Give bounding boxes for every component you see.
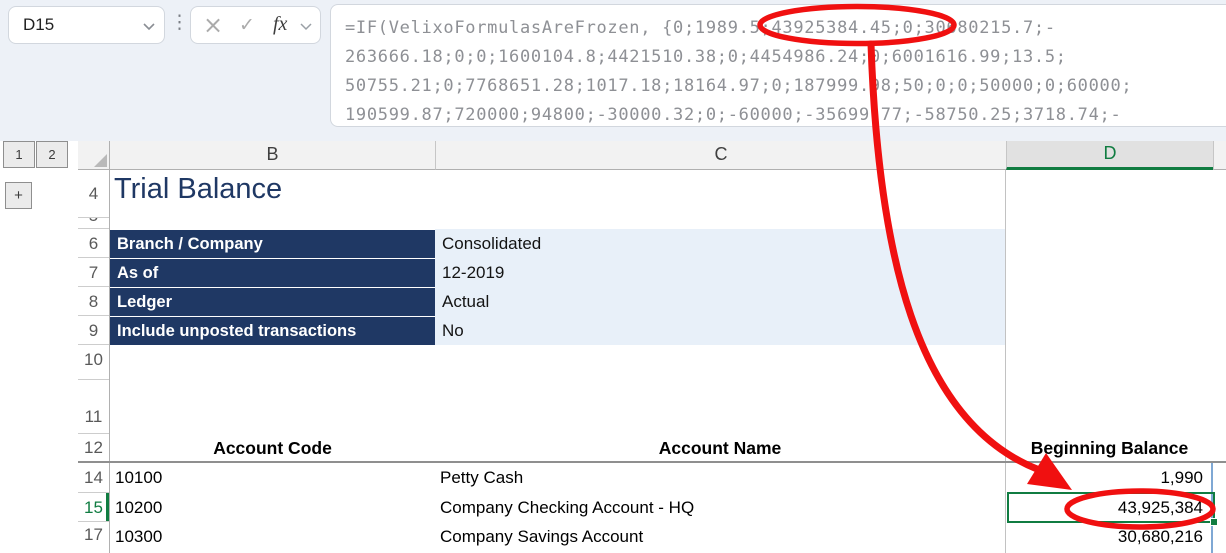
gridline	[78, 315, 109, 316]
gridline	[109, 141, 110, 553]
row-header-12[interactable]: 12	[78, 434, 109, 462]
gridline	[78, 228, 109, 229]
select-all-triangle-icon	[94, 154, 107, 167]
name-box-value: D15	[23, 7, 54, 43]
row-header-5[interactable]: 5	[78, 217, 109, 228]
enter-icon[interactable]: ✓	[239, 7, 255, 43]
formula-input[interactable]: =IF(VelixoFormulasAreFrozen, {0;1989.5;4…	[330, 4, 1226, 127]
row-header-11[interactable]: 11	[78, 403, 109, 431]
gridline	[78, 257, 109, 258]
row-header-6[interactable]: 6	[78, 229, 109, 258]
info-label-as-of[interactable]: As of	[110, 259, 435, 287]
row-header-14[interactable]: 14	[78, 464, 109, 492]
cell-c14-account-name[interactable]: Petty Cash	[440, 463, 523, 493]
formula-line: =IF(VelixoFormulasAreFrozen, {0;1989.5;4…	[345, 14, 1226, 43]
info-label-include-unposted[interactable]: Include unposted transactions	[110, 317, 435, 345]
formula-line: 50755.21;0;7768651.28;1017.18;18164.97;0…	[345, 72, 1226, 101]
column-header-b[interactable]: B	[110, 141, 435, 170]
excel-window: D15 ⋮ × ✓ fx =IF(VelixoFormulasAreFrozen…	[0, 0, 1226, 553]
cell-d14-balance[interactable]: 1,990	[1006, 463, 1203, 493]
chevron-down-icon[interactable]	[299, 22, 313, 31]
gridline	[78, 217, 109, 218]
row-header-10[interactable]: 10	[78, 346, 109, 374]
row-header-9[interactable]: 9	[78, 316, 109, 345]
cell-d17-balance[interactable]: 30,680,216	[1006, 522, 1203, 552]
select-all-corner[interactable]	[78, 141, 110, 170]
info-label-branch-company[interactable]: Branch / Company	[110, 230, 435, 258]
info-value-include-unposted[interactable]: No	[435, 316, 1005, 345]
gridline	[78, 521, 109, 522]
outline-expand-button[interactable]: +	[5, 182, 32, 209]
cell-b17-account-code[interactable]: 10300	[115, 522, 162, 552]
table-header-account-code[interactable]: Account Code	[110, 433, 435, 463]
gridline	[78, 344, 109, 345]
info-value-as-of[interactable]: 12-2019	[435, 258, 1005, 287]
column-header-sliver[interactable]	[1213, 141, 1226, 170]
fill-handle[interactable]	[1210, 518, 1218, 526]
formula-bar-menu-dots-icon[interactable]: ⋮	[170, 7, 189, 37]
cell-b14-account-code[interactable]: 10100	[115, 463, 162, 493]
cell-c17-account-name[interactable]: Company Savings Account	[440, 522, 643, 552]
info-value-branch-company[interactable]: Consolidated	[435, 229, 1005, 258]
sheet-title[interactable]: Trial Balance	[114, 173, 282, 206]
gridline	[78, 492, 109, 493]
selection-border-d15	[1007, 492, 1215, 523]
info-value-ledger[interactable]: Actual	[435, 287, 1005, 316]
formula-line: 263666.18;0;0;1600104.8;4421510.38;0;445…	[345, 43, 1226, 72]
gridline	[78, 379, 109, 380]
insert-function-icon[interactable]: fx	[273, 7, 287, 41]
row-header-15[interactable]: 15	[78, 493, 109, 522]
row-header-8[interactable]: 8	[78, 287, 109, 316]
cancel-icon[interactable]: ×	[203, 7, 223, 43]
formula-line: 190599.87;720000;94800;-30000.32;0;-6000…	[345, 101, 1226, 127]
table-header-account-name[interactable]: Account Name	[435, 433, 1005, 463]
chevron-down-icon[interactable]	[142, 22, 156, 31]
outline-level-2-button[interactable]: 2	[36, 141, 68, 168]
row-header-4[interactable]: 4	[78, 180, 109, 208]
info-label-ledger[interactable]: Ledger	[110, 288, 435, 316]
column-header-d[interactable]: D	[1006, 141, 1213, 170]
cell-c15-account-name[interactable]: Company Checking Account - HQ	[440, 493, 694, 523]
column-header-c[interactable]: C	[435, 141, 1006, 170]
formula-buttons-group: × ✓ fx	[190, 6, 321, 44]
row-header-7[interactable]: 7	[78, 258, 109, 287]
cell-b15-account-code[interactable]: 10200	[115, 493, 162, 523]
table-header-beginning-balance[interactable]: Beginning Balance	[1006, 433, 1213, 463]
gridline	[78, 433, 109, 434]
name-box[interactable]: D15	[8, 6, 165, 44]
gridline	[78, 286, 109, 287]
outline-level-1-button[interactable]: 1	[3, 141, 35, 168]
row-header-17[interactable]: 17	[78, 521, 109, 549]
